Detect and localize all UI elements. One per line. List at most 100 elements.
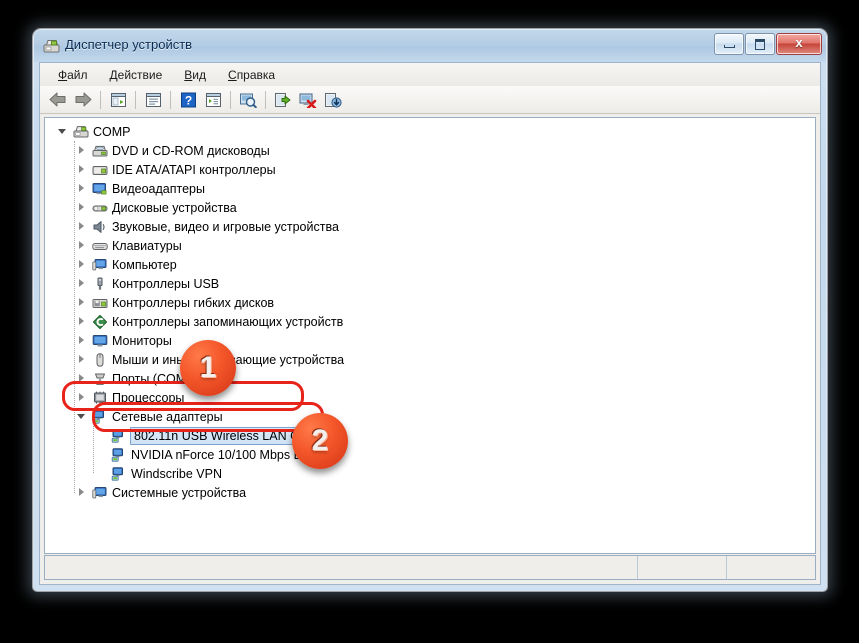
tree-node[interactable]: IDE ATA/ATAPI контроллеры bbox=[45, 160, 815, 179]
left-arrow-icon bbox=[49, 92, 66, 107]
floppy-controller-icon bbox=[92, 295, 108, 311]
tree-node-label: Контроллеры USB bbox=[112, 276, 220, 291]
tree-node[interactable]: Мыши и иные указывающие устройства bbox=[45, 350, 815, 369]
menu-file-rest: айл bbox=[67, 67, 88, 82]
expand-arrow-icon[interactable] bbox=[76, 221, 87, 232]
tree-node[interactable]: Сетевые адаптеры bbox=[45, 407, 815, 426]
tree-node[interactable]: Видеоадаптеры bbox=[45, 179, 815, 198]
tree-node[interactable]: Процессоры bbox=[45, 388, 815, 407]
tree-node-label: Мониторы bbox=[112, 333, 172, 348]
uninstall-device-button[interactable] bbox=[296, 88, 320, 111]
expand-arrow-icon[interactable] bbox=[76, 335, 87, 346]
menu-action-accel: Д bbox=[109, 67, 118, 82]
tree-node[interactable]: DVD и CD-ROM дисководы bbox=[45, 141, 815, 160]
show-hide-console-tree-button[interactable] bbox=[106, 88, 130, 111]
right-arrow-icon bbox=[75, 92, 92, 107]
ide-controller-icon bbox=[92, 165, 108, 175]
tree-node-label: Порты (COM и LPT) bbox=[112, 371, 228, 386]
menu-item-help[interactable]: Справка bbox=[217, 65, 286, 85]
device-tree-panel[interactable]: COMP DVD и CD-ROM дисководы IDE ATA/ATAPI … bbox=[44, 117, 816, 554]
status-pane-1 bbox=[45, 556, 638, 579]
close-button[interactable]: x bbox=[776, 33, 822, 55]
status-pane-2 bbox=[638, 556, 727, 579]
expand-arrow-icon[interactable] bbox=[76, 202, 87, 213]
maximize-button[interactable] bbox=[745, 33, 775, 55]
usb-controller-icon bbox=[97, 277, 103, 290]
ide-controller-icon bbox=[92, 162, 108, 178]
console-tree-icon bbox=[110, 92, 126, 107]
expand-arrow-icon[interactable] bbox=[76, 354, 87, 365]
tree-node-label: Звуковые, видео и игровые устройства bbox=[112, 219, 339, 234]
window-title: Диспетчер устройств bbox=[65, 37, 193, 52]
tree-root-node[interactable]: COMP bbox=[45, 122, 815, 141]
tree-guide-line bbox=[74, 141, 75, 493]
title-bar[interactable]: Диспетчер устройств x bbox=[34, 30, 826, 62]
system-device-icon bbox=[92, 486, 107, 498]
disable-device-button[interactable] bbox=[321, 88, 345, 111]
tree-node[interactable]: Клавиатуры bbox=[45, 236, 815, 255]
menu-item-file[interactable]: Файл bbox=[47, 65, 99, 85]
device-manager-window: Диспетчер устройств x Файл Действие Вид … bbox=[33, 29, 827, 591]
expand-arrow-icon[interactable] bbox=[76, 240, 87, 251]
expand-arrow-icon[interactable] bbox=[76, 373, 87, 384]
tree-node[interactable]: Звуковые, видео и игровые устройства bbox=[45, 217, 815, 236]
tree-node-label: NVIDIA nForce 10/100 Mbps Ethernet bbox=[131, 447, 341, 462]
tree-node[interactable]: NVIDIA nForce 10/100 Mbps Ethernet bbox=[45, 445, 815, 464]
help-button[interactable]: ? bbox=[176, 88, 200, 111]
menu-item-action[interactable]: Действие bbox=[99, 65, 174, 85]
toolbar-separator-2 bbox=[135, 90, 136, 109]
menu-bar: Файл Действие Вид Справка bbox=[40, 63, 820, 87]
device-tree: COMP DVD и CD-ROM дисководы IDE ATA/ATAPI … bbox=[45, 122, 815, 502]
tree-node[interactable]: Windscribe VPN bbox=[45, 464, 815, 483]
toolbar-separator-3 bbox=[170, 90, 171, 109]
tree-node[interactable]: Порты (COM и LPT) bbox=[45, 369, 815, 388]
window-controls: x bbox=[714, 33, 822, 55]
expand-arrow-icon[interactable] bbox=[76, 259, 87, 270]
tree-node-label: IDE ATA/ATAPI контроллеры bbox=[112, 162, 276, 177]
forward-button[interactable] bbox=[71, 88, 95, 111]
processor-icon bbox=[92, 390, 108, 406]
properties-icon bbox=[145, 92, 161, 107]
tree-node[interactable]: Контроллеры USB bbox=[45, 274, 815, 293]
network-adapter-icon bbox=[92, 409, 104, 424]
collapse-arrow-icon[interactable] bbox=[76, 411, 87, 422]
expand-arrow-icon[interactable] bbox=[76, 297, 87, 308]
tree-node[interactable]: Контроллеры гибких дисков bbox=[45, 293, 815, 312]
computer-root-icon bbox=[73, 124, 89, 140]
collapse-arrow-icon[interactable] bbox=[57, 126, 68, 137]
menu-item-view[interactable]: Вид bbox=[173, 65, 217, 85]
device-manager-icon bbox=[43, 40, 60, 53]
tree-node[interactable]: Мониторы bbox=[45, 331, 815, 350]
display-adapter-icon bbox=[92, 181, 108, 197]
storage-controller-icon bbox=[92, 314, 108, 329]
menu-action-rest: ействие bbox=[117, 67, 163, 82]
properties-button[interactable] bbox=[141, 88, 165, 111]
view-button[interactable] bbox=[201, 88, 225, 111]
expand-arrow-icon[interactable] bbox=[76, 487, 87, 498]
network-device-icon bbox=[111, 447, 127, 463]
tree-guide-line-children bbox=[93, 426, 94, 473]
expand-arrow-icon[interactable] bbox=[76, 392, 87, 403]
tree-node[interactable]: Системные устройства bbox=[45, 483, 815, 502]
expand-arrow-icon[interactable] bbox=[76, 183, 87, 194]
menu-help-rest: правка bbox=[236, 67, 276, 82]
tree-node[interactable]: 802.11n USB Wireless LAN Card bbox=[45, 426, 815, 445]
port-icon bbox=[95, 373, 105, 385]
tree-node[interactable]: Компьютер bbox=[45, 255, 815, 274]
tree-node-label: Процессоры bbox=[112, 390, 185, 405]
expand-arrow-icon[interactable] bbox=[76, 278, 87, 289]
minimize-button[interactable] bbox=[714, 33, 744, 55]
expand-arrow-icon[interactable] bbox=[76, 145, 87, 156]
back-button[interactable] bbox=[46, 88, 70, 111]
scan-hardware-changes-button[interactable] bbox=[236, 88, 260, 111]
tree-node[interactable]: Контроллеры запоминающих устройств bbox=[45, 312, 815, 331]
update-driver-button[interactable] bbox=[271, 88, 295, 111]
tree-node-label: 802.11n USB Wireless LAN Card bbox=[130, 426, 322, 445]
expand-arrow-icon[interactable] bbox=[76, 164, 87, 175]
update-driver-icon bbox=[275, 92, 291, 107]
tree-node-label: Клавиатуры bbox=[112, 238, 182, 253]
tree-node[interactable]: Дисковые устройства bbox=[45, 198, 815, 217]
disk-drive-icon bbox=[92, 200, 108, 216]
expand-arrow-icon[interactable] bbox=[76, 316, 87, 327]
